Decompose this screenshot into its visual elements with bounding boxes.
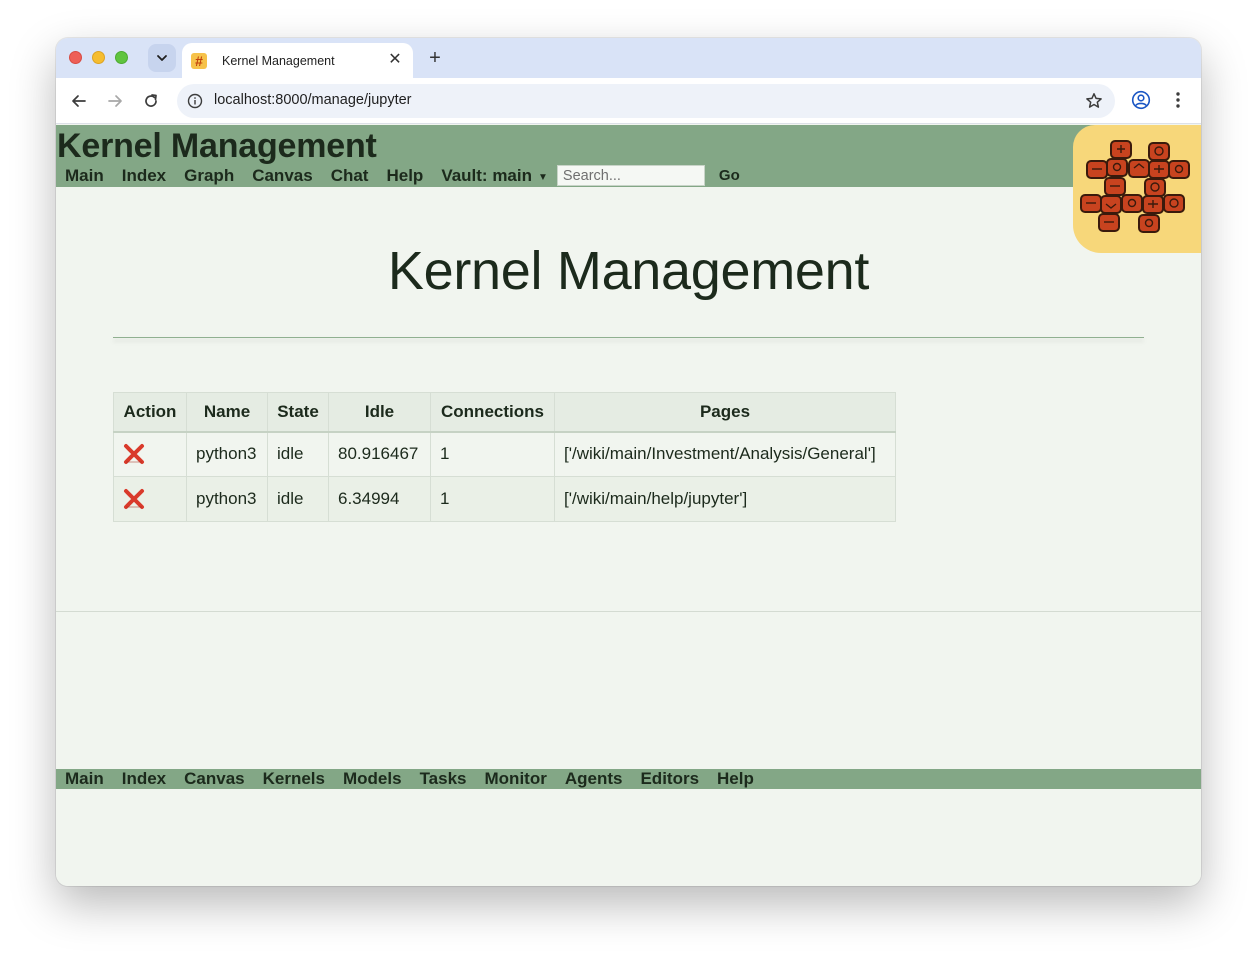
- kernel-pages: ['/wiki/main/Investment/Analysis/General…: [554, 431, 896, 477]
- kernel-state: idle: [267, 476, 329, 522]
- browser-window: # Kernel Management ✕ + localhost:8000/m…: [56, 38, 1201, 886]
- nav-index[interactable]: Index: [122, 166, 166, 186]
- footer-nav-monitor[interactable]: Monitor: [485, 769, 547, 789]
- tab-title: Kernel Management: [222, 53, 335, 68]
- kernel-connections: 1: [430, 431, 555, 477]
- nav-help[interactable]: Help: [386, 166, 423, 186]
- footer-nav-tasks[interactable]: Tasks: [420, 769, 467, 789]
- action-cell: [113, 431, 187, 477]
- forward-arrow-icon: [108, 95, 122, 107]
- profile-icon[interactable]: [1131, 90, 1151, 110]
- footer-nav-kernels[interactable]: Kernels: [263, 769, 325, 789]
- nav-graph[interactable]: Graph: [184, 166, 234, 186]
- kernel-name: python3: [186, 476, 268, 522]
- forward-button[interactable]: [103, 89, 127, 113]
- table-row: python3 idle 6.34994 1 ['/wiki/main/help…: [113, 476, 896, 522]
- back-button[interactable]: [67, 89, 91, 113]
- chevron-down-icon: [157, 55, 167, 61]
- browser-toolbar: localhost:8000/manage/jupyter: [56, 78, 1201, 124]
- footer-nav-help[interactable]: Help: [717, 769, 754, 789]
- footer-nav-main[interactable]: Main: [65, 769, 104, 789]
- page-title: Kernel Management: [387, 241, 870, 301]
- reload-button[interactable]: [139, 89, 163, 113]
- column-header-state: State: [267, 392, 329, 433]
- footer-nav-models[interactable]: Models: [343, 769, 402, 789]
- vault-label: Vault: main: [441, 165, 532, 185]
- nav-main[interactable]: Main: [65, 166, 104, 186]
- kernel-state: idle: [267, 431, 329, 477]
- kernel-name: python3: [186, 431, 268, 477]
- hash-logo-icon: [1080, 140, 1190, 233]
- kill-kernel-icon[interactable]: [123, 488, 145, 510]
- tab-search-button[interactable]: [148, 44, 176, 72]
- footer-nav-canvas[interactable]: Canvas: [184, 769, 244, 789]
- maximize-window-button[interactable]: [115, 51, 128, 64]
- table-row: python3 idle 80.916467 1 ['/wiki/main/In…: [113, 431, 896, 477]
- favicon-icon: #: [191, 52, 207, 69]
- new-tab-button[interactable]: +: [423, 46, 447, 70]
- column-header-name: Name: [186, 392, 268, 433]
- site-title: Kernel Management: [57, 127, 377, 165]
- go-button[interactable]: Go: [719, 167, 740, 184]
- kernel-pages: ['/wiki/main/help/jupyter']: [554, 476, 896, 522]
- column-header-pages: Pages: [554, 392, 896, 433]
- footer-divider: [56, 611, 1201, 612]
- tab-close-icon[interactable]: ✕: [387, 52, 403, 68]
- tab-strip: # Kernel Management ✕ +: [56, 38, 1201, 78]
- bookmark-star-icon[interactable]: [1085, 92, 1103, 110]
- address-bar[interactable]: localhost:8000/manage/jupyter: [177, 84, 1115, 118]
- top-nav: Main Index Graph Canvas Chat Help Vault:…: [65, 165, 740, 186]
- footer-nav-editors[interactable]: Editors: [640, 769, 699, 789]
- heading-divider: [113, 337, 1144, 338]
- footer-nav: Main Index Canvas Kernels Models Tasks M…: [56, 769, 1201, 789]
- close-window-button[interactable]: [69, 51, 82, 64]
- reload-icon: [145, 94, 157, 107]
- page-content: Kernel Management Main Index Graph Canva…: [56, 125, 1201, 886]
- nav-chat[interactable]: Chat: [331, 166, 369, 186]
- tab-kernel-management[interactable]: # Kernel Management ✕: [182, 43, 413, 78]
- url-text[interactable]: localhost:8000/manage/jupyter: [214, 92, 412, 108]
- column-header-action: Action: [113, 392, 187, 433]
- minimize-window-button[interactable]: [92, 51, 105, 64]
- column-header-connections: Connections: [430, 392, 555, 433]
- site-info-icon[interactable]: [187, 93, 203, 109]
- back-arrow-icon: [72, 95, 86, 107]
- footer-nav-index[interactable]: Index: [122, 769, 166, 789]
- kernel-connections: 1: [430, 476, 555, 522]
- nav-canvas[interactable]: Canvas: [252, 166, 312, 186]
- kernel-idle: 80.916467: [328, 431, 431, 477]
- kernel-idle: 6.34994: [328, 476, 431, 522]
- action-cell: [113, 476, 187, 522]
- site-header: Kernel Management Main Index Graph Canva…: [56, 125, 1201, 187]
- app-logo[interactable]: [1073, 125, 1201, 253]
- kebab-menu-icon[interactable]: [1170, 90, 1186, 110]
- footer-nav-agents[interactable]: Agents: [565, 769, 623, 789]
- column-header-idle: Idle: [328, 392, 431, 433]
- kill-kernel-icon[interactable]: [123, 443, 145, 465]
- table-header-row: Action Name State Idle Connections Pages: [113, 392, 896, 433]
- search-input[interactable]: [556, 165, 705, 186]
- dropdown-arrow-icon: ▼: [538, 171, 548, 183]
- vault-select[interactable]: Vault: main ▼: [441, 166, 548, 186]
- kernels-table: Action Name State Idle Connections Pages…: [113, 392, 896, 522]
